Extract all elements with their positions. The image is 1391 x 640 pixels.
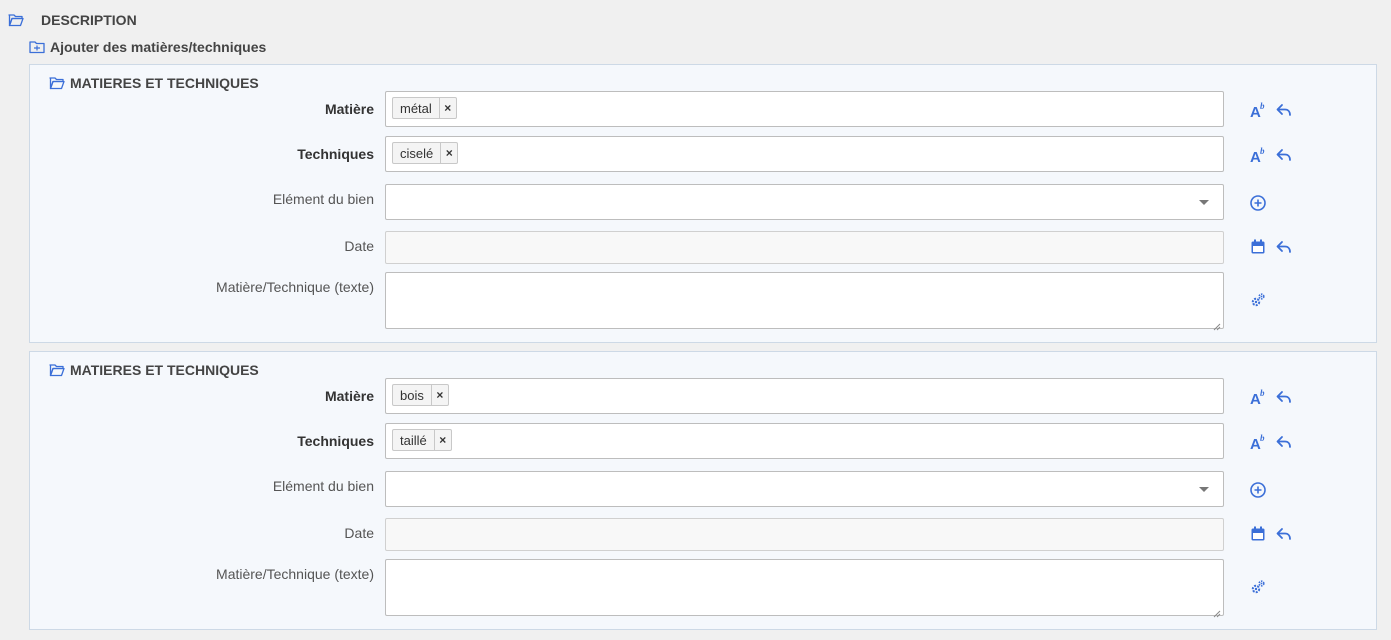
svg-text:b: b <box>1260 388 1265 398</box>
date-actions <box>1249 525 1301 543</box>
techniques-tag-text: taillé <box>400 432 427 448</box>
resize-handle-icon[interactable] <box>1213 605 1221 618</box>
texte-label: Matière/Technique (texte) <box>216 279 374 295</box>
element-label: Elément du bien <box>272 191 374 207</box>
panel-header[interactable]: MATIERES ET TECHNIQUES <box>49 362 259 378</box>
element-select[interactable] <box>385 471 1224 507</box>
resize-handle-icon[interactable] <box>1213 318 1221 331</box>
section-header-description[interactable]: DESCRIPTION <box>8 12 137 28</box>
element-actions <box>1249 481 1275 499</box>
date-actions <box>1249 238 1301 256</box>
element-label: Elément du bien <box>272 478 374 494</box>
font-style-icon[interactable]: Ab <box>1249 388 1267 406</box>
techniques-tag: taillé × <box>392 429 452 451</box>
techniques-label: Techniques <box>297 433 374 449</box>
reply-icon[interactable] <box>1275 525 1293 543</box>
remove-tag-button[interactable]: × <box>430 385 448 405</box>
texte-textarea[interactable] <box>385 559 1224 618</box>
remove-tag-button[interactable]: × <box>438 98 456 118</box>
date-input[interactable] <box>385 231 1224 264</box>
date-row: Date <box>30 518 1376 551</box>
calendar-icon[interactable] <box>1249 525 1267 543</box>
gears-icon[interactable] <box>1249 291 1267 309</box>
panel-title: MATIERES ET TECHNIQUES <box>70 362 259 378</box>
techniques-tag: ciselé × <box>392 142 459 164</box>
matiere-actions: Ab <box>1249 388 1301 406</box>
remove-tag-button[interactable]: × <box>440 143 457 163</box>
texte-actions <box>1249 291 1275 309</box>
element-actions <box>1249 194 1275 212</box>
element-row: Elément du bien <box>30 471 1376 507</box>
materials-panel: MATIERES ET TECHNIQUES Matière métal × A… <box>29 64 1377 343</box>
techniques-actions: Ab <box>1249 433 1301 451</box>
matiere-input[interactable]: métal × <box>385 91 1224 127</box>
texte-label: Matière/Technique (texte) <box>216 566 374 582</box>
reply-icon[interactable] <box>1275 433 1293 451</box>
gears-icon[interactable] <box>1249 578 1267 596</box>
techniques-row: Techniques ciselé × Ab <box>30 136 1376 172</box>
font-style-icon[interactable]: Ab <box>1249 433 1267 451</box>
matiere-tag: métal × <box>392 97 457 119</box>
panel-title: MATIERES ET TECHNIQUES <box>70 75 259 91</box>
element-row: Elément du bien <box>30 184 1376 220</box>
techniques-input[interactable]: taillé × <box>385 423 1224 459</box>
matiere-label: Matière <box>324 101 374 117</box>
folder-open-icon <box>49 75 65 91</box>
techniques-row: Techniques taillé × Ab <box>30 423 1376 459</box>
add-materials-link[interactable]: Ajouter des matières/techniques <box>29 39 266 55</box>
matiere-input[interactable]: bois × <box>385 378 1224 414</box>
date-input[interactable] <box>385 518 1224 551</box>
folder-open-icon <box>49 362 65 378</box>
materials-panel: MATIERES ET TECHNIQUES Matière bois × Ab… <box>29 351 1377 630</box>
techniques-tag-text: ciselé <box>400 145 434 161</box>
chevron-down-icon <box>1199 487 1209 492</box>
plus-circle-icon[interactable] <box>1249 194 1267 212</box>
calendar-icon[interactable] <box>1249 238 1267 256</box>
matiere-tag-text: métal <box>400 100 432 116</box>
section-title: DESCRIPTION <box>41 12 137 28</box>
texte-textarea[interactable] <box>385 272 1224 331</box>
date-label: Date <box>344 238 374 254</box>
matiere-tag: bois × <box>392 384 449 406</box>
matiere-row: Matière bois × Ab <box>30 378 1376 414</box>
date-row: Date <box>30 231 1376 264</box>
techniques-label: Techniques <box>297 146 374 162</box>
font-style-icon[interactable]: Ab <box>1249 101 1267 119</box>
reply-icon[interactable] <box>1275 101 1293 119</box>
techniques-actions: Ab <box>1249 146 1301 164</box>
texte-actions <box>1249 578 1275 596</box>
chevron-down-icon <box>1199 200 1209 205</box>
texte-row: Matière/Technique (texte) <box>30 559 1376 618</box>
remove-tag-button[interactable]: × <box>433 430 451 450</box>
font-style-icon[interactable]: Ab <box>1249 146 1267 164</box>
add-materials-label: Ajouter des matières/techniques <box>50 39 267 55</box>
matiere-actions: Ab <box>1249 101 1301 119</box>
panel-header[interactable]: MATIERES ET TECHNIQUES <box>49 75 259 91</box>
plus-circle-icon[interactable] <box>1249 481 1267 499</box>
reply-icon[interactable] <box>1275 146 1293 164</box>
matiere-tag-text: bois <box>400 387 424 403</box>
svg-text:b: b <box>1260 433 1265 443</box>
svg-text:b: b <box>1260 101 1265 111</box>
folder-open-icon <box>8 12 24 28</box>
reply-icon[interactable] <box>1275 238 1293 256</box>
element-select[interactable] <box>385 184 1224 220</box>
date-label: Date <box>344 525 374 541</box>
texte-row: Matière/Technique (texte) <box>30 272 1376 331</box>
svg-text:b: b <box>1260 146 1265 156</box>
matiere-label: Matière <box>324 388 374 404</box>
matiere-row: Matière métal × Ab <box>30 91 1376 127</box>
techniques-input[interactable]: ciselé × <box>385 136 1224 172</box>
reply-icon[interactable] <box>1275 388 1293 406</box>
folder-add-icon <box>29 39 45 55</box>
